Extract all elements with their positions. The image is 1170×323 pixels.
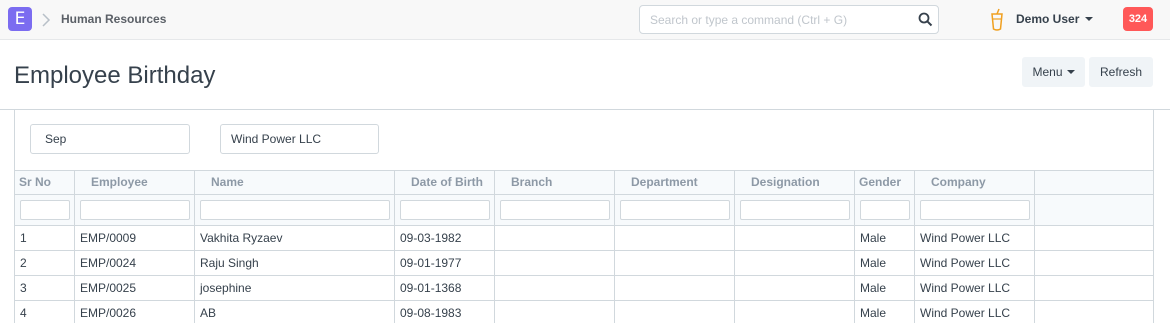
filter-cell	[75, 195, 195, 225]
cell-designation[interactable]	[735, 276, 855, 300]
notification-badge[interactable]: 324	[1123, 7, 1153, 31]
cell-date-of-birth[interactable]: 09-08-1983	[395, 301, 495, 323]
column-filter-department[interactable]	[620, 200, 730, 220]
cell-sr-no[interactable]: 1	[15, 226, 75, 250]
user-avatar-icon[interactable]	[989, 8, 1005, 32]
column-filter-gender[interactable]	[860, 200, 910, 220]
column-filter-designation[interactable]	[740, 200, 850, 220]
column-filter-company[interactable]	[920, 200, 1030, 220]
table-row[interactable]: 4 EMP/0026 AB 09-08-1983 Male Wind Power…	[15, 301, 1153, 323]
search-input[interactable]	[640, 6, 910, 33]
cell-employee[interactable]: EMP/0009	[75, 226, 195, 250]
grid-header-row: Sr No Employee Name Date of Birth Branch…	[15, 171, 1153, 195]
filter-cell	[915, 195, 1035, 225]
cell-sr-no[interactable]: 3	[15, 276, 75, 300]
menu-button-label: Menu	[1032, 65, 1063, 79]
page-title: Employee Birthday	[14, 62, 216, 89]
cell-designation[interactable]	[735, 301, 855, 323]
column-filter-date-of-birth[interactable]	[400, 200, 490, 220]
cell-department[interactable]	[615, 226, 735, 250]
report-grid: Sr No Employee Name Date of Birth Branch…	[14, 170, 1154, 323]
cell-gender[interactable]: Male	[855, 301, 915, 323]
cell-gender[interactable]: Male	[855, 276, 915, 300]
column-header-designation[interactable]: Designation	[735, 171, 855, 194]
cell-employee[interactable]: EMP/0026	[75, 301, 195, 323]
cell-name[interactable]: Vakhita Ryzaev	[195, 226, 395, 250]
cell-employee[interactable]: EMP/0025	[75, 276, 195, 300]
cell-designation[interactable]	[735, 226, 855, 250]
breadcrumb-human-resources[interactable]: Human Resources	[61, 12, 166, 26]
menu-button[interactable]: Menu	[1022, 57, 1085, 87]
filter-cell	[15, 195, 75, 225]
cell-company[interactable]: Wind Power LLC	[915, 226, 1035, 250]
company-filter[interactable]	[220, 124, 379, 154]
cell-branch[interactable]	[495, 301, 615, 323]
cell-branch[interactable]	[495, 251, 615, 275]
month-filter[interactable]	[30, 124, 190, 154]
column-filter-sr-no[interactable]	[20, 200, 70, 220]
cell-company[interactable]: Wind Power LLC	[915, 251, 1035, 275]
column-filter-branch[interactable]	[500, 200, 610, 220]
cell-gender[interactable]: Male	[855, 226, 915, 250]
search-icon[interactable]	[918, 12, 933, 27]
column-filter-employee[interactable]	[80, 200, 190, 220]
cell-department[interactable]	[615, 301, 735, 323]
cell-name[interactable]: josephine	[195, 276, 395, 300]
column-header-date-of-birth[interactable]: Date of Birth	[395, 171, 495, 194]
table-row[interactable]: 2 EMP/0024 Raju Singh 09-01-1977 Male Wi…	[15, 251, 1153, 276]
filter-cell	[395, 195, 495, 225]
table-row[interactable]: 3 EMP/0025 josephine 09-01-1368 Male Win…	[15, 276, 1153, 301]
column-header-branch[interactable]: Branch	[495, 171, 615, 194]
cell-department[interactable]	[615, 276, 735, 300]
filter-cell	[195, 195, 395, 225]
cell-gender[interactable]: Male	[855, 251, 915, 275]
awesome-bar	[639, 5, 939, 34]
cell-date-of-birth[interactable]: 09-01-1368	[395, 276, 495, 300]
cell-designation[interactable]	[735, 251, 855, 275]
cell-sr-no[interactable]: 4	[15, 301, 75, 323]
cell-department[interactable]	[615, 251, 735, 275]
filter-cell	[495, 195, 615, 225]
cell-date-of-birth[interactable]: 09-01-1977	[395, 251, 495, 275]
caret-down-icon[interactable]	[1085, 17, 1093, 21]
column-header-name[interactable]: Name	[195, 171, 395, 194]
column-header-sr-no[interactable]: Sr No	[15, 171, 75, 194]
cell-sr-no[interactable]: 2	[15, 251, 75, 275]
column-header-employee[interactable]: Employee	[75, 171, 195, 194]
cell-employee[interactable]: EMP/0024	[75, 251, 195, 275]
cell-branch[interactable]	[495, 226, 615, 250]
column-filter-name[interactable]	[200, 200, 390, 220]
cell-branch[interactable]	[495, 276, 615, 300]
column-header-empty	[1035, 171, 1153, 194]
app-logo[interactable]: E	[8, 7, 32, 31]
cell-name[interactable]: AB	[195, 301, 395, 323]
chevron-right-icon	[42, 13, 51, 27]
report-filters	[14, 110, 1154, 170]
grid-filter-row	[15, 195, 1153, 226]
page-head: Employee Birthday Menu Refresh	[0, 40, 1170, 110]
cell-name[interactable]: Raju Singh	[195, 251, 395, 275]
column-header-gender[interactable]: Gender	[855, 171, 915, 194]
cell-date-of-birth[interactable]: 09-03-1982	[395, 226, 495, 250]
filter-cell	[615, 195, 735, 225]
user-menu[interactable]: Demo User	[1016, 12, 1079, 26]
caret-down-icon	[1066, 70, 1075, 74]
cell-company[interactable]: Wind Power LLC	[915, 301, 1035, 323]
filter-cell-empty	[1035, 195, 1153, 225]
filter-cell	[855, 195, 915, 225]
cell-company[interactable]: Wind Power LLC	[915, 276, 1035, 300]
column-header-department[interactable]: Department	[615, 171, 735, 194]
table-row[interactable]: 1 EMP/0009 Vakhita Ryzaev 09-03-1982 Mal…	[15, 226, 1153, 251]
filter-cell	[735, 195, 855, 225]
navbar: E Human Resources Demo User 324	[0, 0, 1170, 40]
refresh-button[interactable]: Refresh	[1089, 57, 1153, 87]
column-header-company[interactable]: Company	[915, 171, 1035, 194]
